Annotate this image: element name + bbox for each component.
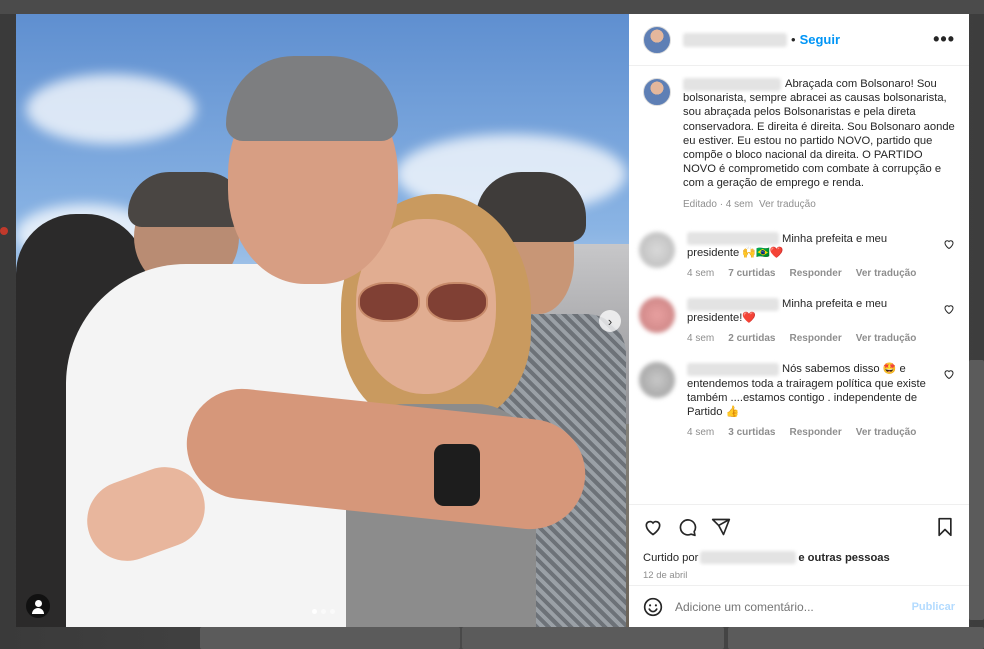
comment-emoji: 🤩 (882, 363, 897, 376)
comment-item: Minha prefeita e meu presidente!❤️ 4 sem… (639, 297, 955, 345)
separator-dot: • (791, 32, 796, 47)
more-options-icon[interactable]: ••• (933, 29, 955, 50)
author-username-blurred[interactable] (683, 32, 787, 47)
heart-icon[interactable] (943, 368, 955, 380)
feed-background-thumb (969, 360, 984, 620)
comment-time: 4 sem (687, 333, 715, 345)
comment-translate-link[interactable]: Ver tradução (856, 268, 917, 279)
caption-text: Abraçada com Bolsonaro! Sou bolsonarista… (683, 78, 955, 190)
commenter-username-blurred[interactable] (687, 297, 779, 311)
comments-list[interactable]: Abraçada com Bolsonaro! Sou bolsonarista… (629, 67, 969, 487)
follow-button[interactable]: Seguir (800, 32, 840, 47)
liked-by-prefix: Curtido por (643, 551, 699, 564)
comment-reply-link[interactable]: Responder (789, 427, 841, 438)
woman-sunglasses (354, 282, 494, 324)
comment-emoji: 👍 (725, 406, 740, 419)
photo-cloud (26, 74, 196, 144)
share-send-icon[interactable] (711, 517, 731, 537)
post-caption: Abraçada com Bolsonaro! Sou bolsonarista… (643, 77, 955, 210)
comment-reply-link[interactable]: Responder (789, 333, 841, 344)
bookmark-icon[interactable] (935, 517, 955, 537)
publish-button[interactable]: Publicar (912, 601, 955, 613)
emoji-smiley-icon[interactable] (643, 597, 663, 617)
commenter-username-blurred[interactable] (687, 362, 779, 376)
comment-text: Nós sabemos disso (782, 363, 880, 376)
comment-translate-link[interactable]: Ver tradução (856, 333, 917, 344)
notification-dot (0, 227, 8, 235)
post-date: 12 de abril (643, 570, 688, 581)
feed-background-thumb (728, 627, 984, 649)
comment-translate-link[interactable]: Ver tradução (856, 427, 917, 438)
comment-likes[interactable]: 3 curtidas (728, 427, 775, 438)
post-side-panel: • Seguir ••• Abraçada com Bolsonaro! Sou… (629, 14, 969, 627)
caption-translate-link[interactable]: Ver tradução (759, 199, 816, 210)
carousel-dot (330, 609, 335, 614)
post-photo[interactable]: › (16, 14, 629, 627)
commenter-avatar[interactable] (639, 231, 675, 268)
author-avatar[interactable] (643, 25, 671, 54)
comment-likes[interactable]: 7 curtidas (728, 268, 775, 279)
comment-time: 4 sem (687, 268, 715, 280)
author-avatar[interactable] (643, 78, 671, 106)
author-username-blurred[interactable] (683, 77, 781, 91)
chevron-right-icon: › (607, 313, 613, 329)
post-header: • Seguir ••• (629, 14, 969, 66)
like-heart-icon[interactable] (643, 517, 663, 537)
liked-by-suffix[interactable]: e outras pessoas (798, 552, 889, 564)
comment-item: Nós sabemos disso 🤩 e entendemos toda a … (639, 362, 955, 439)
feed-background-thumb (200, 627, 460, 649)
carousel-dot (312, 609, 317, 614)
comment-likes[interactable]: 2 curtidas (728, 333, 775, 344)
caption-edited: Editado · 4 sem (683, 198, 754, 210)
comment-emoji: ❤️ (742, 312, 757, 325)
add-comment-bar: Publicar (629, 585, 969, 627)
commenter-username-blurred[interactable] (687, 232, 779, 246)
comment-bubble-icon[interactable] (677, 517, 697, 537)
tagged-users-button[interactable] (26, 594, 50, 618)
commenter-avatar[interactable] (639, 297, 675, 334)
post-actions: Curtido por e outras pessoas 12 de abril (629, 504, 969, 581)
add-comment-input[interactable] (675, 599, 900, 614)
comment-reply-link[interactable]: Responder (789, 268, 841, 279)
heart-icon[interactable] (943, 303, 955, 315)
heart-icon[interactable] (943, 238, 955, 250)
carousel-dot (321, 609, 326, 614)
comment-emoji: 🙌🇧🇷❤️ (742, 246, 784, 259)
feed-background-thumb (462, 627, 724, 649)
wristwatch (434, 444, 480, 506)
carousel-next-button[interactable]: › (599, 310, 621, 332)
liked-by-username-blurred[interactable] (700, 551, 797, 564)
carousel-dots (312, 609, 335, 614)
commenter-avatar[interactable] (639, 362, 675, 399)
comment-time: 4 sem (687, 427, 715, 439)
liked-by[interactable]: Curtido por e outras pessoas (643, 551, 955, 564)
feed-background-strip (0, 0, 984, 14)
comment-item: Minha prefeita e meu presidente 🙌🇧🇷❤️ 4 … (639, 231, 955, 280)
